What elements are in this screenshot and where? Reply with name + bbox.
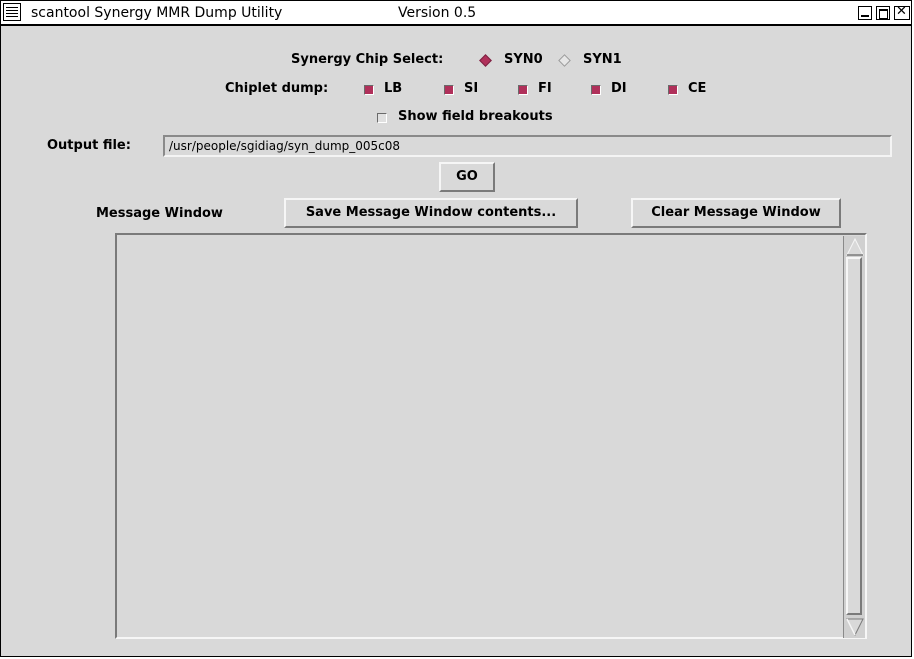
save-message-window-button[interactable]: Save Message Window contents... bbox=[284, 198, 578, 228]
chiplet-dump-label: Chiplet dump: bbox=[225, 81, 329, 96]
chiplet-ce-checkbox[interactable] bbox=[668, 85, 678, 95]
scroll-up-arrow-icon[interactable] bbox=[846, 238, 864, 256]
window-menu-icon[interactable] bbox=[3, 3, 21, 21]
output-file-label: Output file: bbox=[47, 138, 131, 153]
field-breakouts-checkbox[interactable] bbox=[377, 113, 387, 123]
chiplet-lb-label[interactable]: LB bbox=[384, 81, 402, 96]
output-file-input[interactable] bbox=[163, 135, 892, 157]
syn1-label[interactable]: SYN1 bbox=[583, 52, 622, 67]
close-icon[interactable]: ✕ bbox=[894, 6, 910, 20]
minimize-icon[interactable] bbox=[858, 6, 872, 20]
app-window: scantool Synergy MMR Dump Utility Versio… bbox=[0, 0, 912, 657]
go-button[interactable]: GO bbox=[439, 162, 495, 192]
message-window-text-area[interactable] bbox=[115, 233, 867, 639]
maximize-icon[interactable] bbox=[876, 6, 890, 20]
message-window-label: Message Window bbox=[96, 206, 223, 221]
field-breakouts-label[interactable]: Show field breakouts bbox=[398, 109, 553, 124]
chiplet-di-checkbox[interactable] bbox=[591, 85, 601, 95]
scrollbar-thumb[interactable] bbox=[846, 257, 862, 615]
syn0-radio[interactable] bbox=[479, 54, 492, 67]
title-bar[interactable]: scantool Synergy MMR Dump Utility Versio… bbox=[1, 1, 911, 26]
chiplet-si-label[interactable]: SI bbox=[464, 81, 478, 96]
chiplet-si-checkbox[interactable] bbox=[444, 85, 454, 95]
chiplet-fi-label[interactable]: FI bbox=[538, 81, 552, 96]
chiplet-lb-checkbox[interactable] bbox=[364, 85, 374, 95]
close-glyph: ✕ bbox=[896, 6, 907, 19]
chip-select-label: Synergy Chip Select: bbox=[291, 52, 444, 67]
window-version: Version 0.5 bbox=[398, 5, 477, 21]
chiplet-fi-checkbox[interactable] bbox=[518, 85, 528, 95]
syn1-radio[interactable] bbox=[558, 54, 571, 67]
window-title: scantool Synergy MMR Dump Utility bbox=[31, 5, 283, 21]
clear-message-window-button[interactable]: Clear Message Window bbox=[631, 198, 841, 228]
chiplet-di-label[interactable]: DI bbox=[611, 81, 627, 96]
syn0-label[interactable]: SYN0 bbox=[504, 52, 543, 67]
message-window-scrollbar[interactable] bbox=[843, 236, 865, 638]
chiplet-ce-label[interactable]: CE bbox=[688, 81, 706, 96]
scroll-down-arrow-icon[interactable] bbox=[846, 618, 864, 636]
